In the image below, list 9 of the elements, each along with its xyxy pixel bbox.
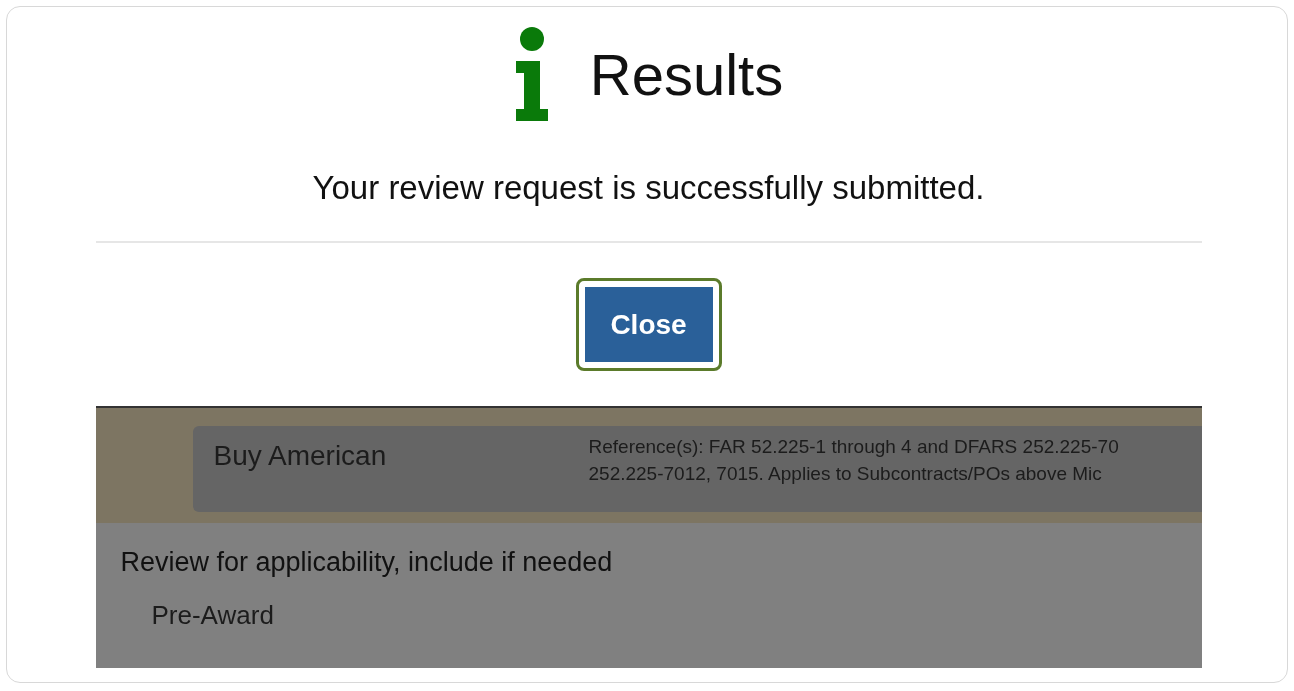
reference-text: Reference(s): FAR 52.225-1 through 4 and DFARS 252.225-70 [588, 435, 1119, 459]
dialog-message: Your review request is successfully submitted. [311, 169, 986, 207]
dialog-title: Results [589, 40, 784, 108]
close-button[interactable]: Close [575, 278, 722, 371]
info-icon [513, 27, 550, 121]
subsection-label: Pre-Award [150, 599, 275, 631]
clause-name: Buy American [213, 439, 388, 473]
section-heading: Review for applicability, include if needed [120, 547, 614, 578]
reference-text: 252.225-7012, 7015. Applies to Subcontracts/POs above Mic [588, 462, 1103, 486]
